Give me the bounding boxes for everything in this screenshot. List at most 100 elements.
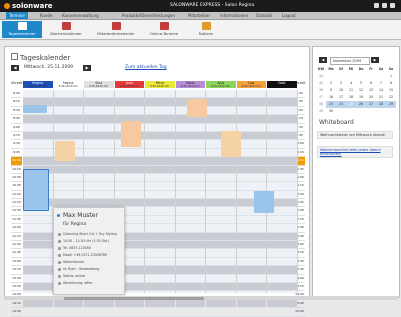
menu-item-termine[interactable]: Termine [6,12,28,19]
time-slot[interactable] [236,266,266,275]
time-slot[interactable] [53,131,83,141]
time-slot[interactable] [114,98,144,107]
employee-header-0[interactable]: Regina 8:30-18:00 Uhr [23,81,53,88]
day-cell[interactable]: 6 [366,80,376,87]
employee-column[interactable] [175,90,206,317]
time-slot[interactable] [267,107,297,116]
day-cell[interactable]: 20 [366,94,376,101]
help-icon[interactable] [374,3,379,8]
time-slot[interactable] [206,224,236,233]
time-slot[interactable] [267,131,297,141]
time-slot[interactable] [84,90,114,99]
appointment-block[interactable] [187,99,207,117]
time-slot[interactable] [267,98,297,107]
time-slot[interactable] [206,241,236,250]
time-slot[interactable] [84,182,114,191]
time-slot[interactable] [175,266,205,275]
employee-header-1[interactable]: Hanna 8:30-18:00 Uhr [53,81,83,88]
time-slot[interactable] [145,98,175,107]
time-slot[interactable] [114,157,144,166]
day-cell[interactable]: 1 [386,73,396,80]
time-slot[interactable] [175,232,205,242]
time-slot[interactable] [236,98,266,107]
time-slot[interactable] [236,157,266,166]
time-slot[interactable] [145,165,175,174]
time-slot[interactable] [206,90,236,99]
employee-header-8[interactable]: Gabi [267,81,297,88]
time-slot[interactable] [23,232,53,242]
time-slot[interactable] [145,90,175,99]
time-slot[interactable] [206,191,236,200]
employee-header-3[interactable]: Jana 8:30-18:00 Uhr [114,81,144,88]
month-select[interactable]: November 2009 [330,57,370,65]
time-slot[interactable] [206,299,236,309]
employee-column[interactable] [145,90,176,317]
time-slot[interactable] [175,216,205,225]
time-slot[interactable] [236,224,266,233]
day-cell[interactable]: 4 [346,80,356,87]
time-slot[interactable] [23,149,53,158]
time-slot[interactable] [175,241,205,250]
time-slot[interactable] [175,308,205,317]
day-cell[interactable]: 29 [386,101,396,108]
time-slot[interactable] [145,191,175,200]
time-slot[interactable] [175,207,205,216]
day-cell[interactable]: 8 [386,80,396,87]
time-slot[interactable] [53,191,83,200]
time-slot[interactable] [206,232,236,242]
employee-header-4[interactable]: Petra 8:30-18:00 Uhr [145,81,175,88]
day-cell[interactable]: 23 [326,101,336,108]
time-slot[interactable] [175,149,205,158]
time-slot[interactable] [23,224,53,233]
time-slot[interactable] [114,308,144,317]
day-cell[interactable]: 25 [346,101,356,108]
menu-item-produkte[interactable]: Produkte/Dienstleistungen [122,13,175,18]
time-slot[interactable] [206,174,236,183]
time-slot[interactable] [23,115,53,124]
menu-item-mitarbeiter[interactable]: Mitarbeiter [188,13,210,18]
day-cell[interactable] [356,108,366,115]
time-slot[interactable] [267,124,297,132]
time-slot[interactable] [267,232,297,242]
time-slot[interactable] [53,165,83,174]
time-slot[interactable] [145,115,175,124]
time-slot[interactable] [206,165,236,174]
day-cell[interactable]: 19 [356,94,366,101]
time-slot[interactable] [114,165,144,174]
time-slot[interactable] [267,282,297,292]
time-slot[interactable] [206,107,236,116]
time-slot[interactable] [23,90,53,99]
day-cell[interactable] [376,108,386,115]
time-slot[interactable] [53,115,83,124]
time-slot[interactable] [114,90,144,99]
time-slot[interactable] [84,107,114,116]
day-cell[interactable] [376,73,386,80]
day-cell[interactable]: 13 [366,87,376,94]
time-slot[interactable] [23,258,53,267]
prev-month-button[interactable]: ◀ [319,57,327,63]
whiteboard-note[interactable]: Weihnachtsfeier am Mittwoch Abend! [317,131,393,139]
time-slot[interactable] [84,165,114,174]
menu-item-kunde[interactable]: Kunde [40,13,53,18]
time-slot[interactable] [206,207,236,216]
today-link[interactable]: Zum aktuellen Tag [125,65,167,70]
time-slot[interactable] [206,115,236,124]
time-slot[interactable] [175,131,205,141]
time-slot[interactable] [53,124,83,132]
time-slot[interactable] [84,299,114,309]
tageskalender-button[interactable]: Tageskalender [2,21,42,38]
time-slot[interactable] [236,308,266,317]
day-cell[interactable] [366,108,376,115]
day-cell[interactable]: 30 [326,108,336,115]
time-slot[interactable] [206,216,236,225]
time-slot[interactable] [175,191,205,200]
time-slot[interactable] [236,299,266,309]
time-slot[interactable] [84,131,114,141]
time-slot[interactable] [267,275,297,283]
time-slot[interactable] [145,199,175,208]
day-cell[interactable] [346,108,356,115]
time-slot[interactable] [267,90,297,99]
time-slot[interactable] [145,275,175,283]
time-slot[interactable] [236,107,266,116]
time-slot[interactable] [206,249,236,258]
